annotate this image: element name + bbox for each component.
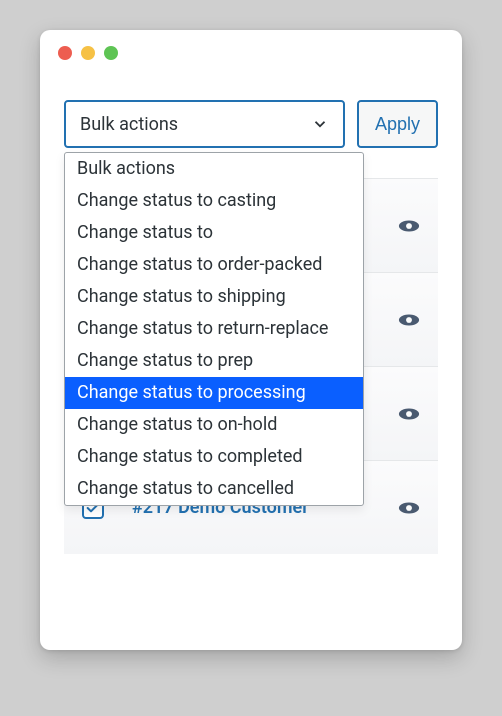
- eye-icon[interactable]: [398, 313, 420, 327]
- bulk-option[interactable]: Change status to shipping: [65, 281, 363, 313]
- window-zoom-button[interactable]: [104, 46, 118, 60]
- window-titlebar: [40, 30, 462, 76]
- chevron-down-icon: [311, 115, 329, 133]
- window-close-button[interactable]: [58, 46, 72, 60]
- bulk-actions-display[interactable]: Bulk actions: [64, 100, 345, 148]
- bulk-option[interactable]: Change status to on-hold: [65, 409, 363, 441]
- content-area: Bulk actions Bulk actionsChange status t…: [40, 76, 462, 554]
- bulk-option[interactable]: Change status to order-packed: [65, 249, 363, 281]
- bulk-actions-dropdown[interactable]: Bulk actionsChange status to castingChan…: [64, 152, 364, 506]
- apply-button[interactable]: Apply: [357, 100, 438, 148]
- bulk-option[interactable]: Change status to: [65, 217, 363, 249]
- bulk-actions-selected-label: Bulk actions: [80, 114, 178, 135]
- bulk-option[interactable]: Change status to prep: [65, 345, 363, 377]
- bulk-option[interactable]: Change status to processing: [65, 377, 363, 409]
- eye-icon[interactable]: [398, 407, 420, 421]
- window-minimize-button[interactable]: [81, 46, 95, 60]
- bulk-option[interactable]: Change status to cancelled: [65, 473, 363, 505]
- bulk-actions-select[interactable]: Bulk actions Bulk actionsChange status t…: [64, 100, 345, 148]
- bulk-option[interactable]: Change status to casting: [65, 185, 363, 217]
- bulk-option[interactable]: Change status to completed: [65, 441, 363, 473]
- bulk-option[interactable]: Change status to return-replace: [65, 313, 363, 345]
- eye-icon[interactable]: [398, 219, 420, 233]
- bulk-option[interactable]: Bulk actions: [65, 153, 363, 185]
- app-window: Bulk actions Bulk actionsChange status t…: [40, 30, 462, 650]
- bulk-actions-row: Bulk actions Bulk actionsChange status t…: [64, 100, 438, 148]
- eye-icon[interactable]: [398, 501, 420, 515]
